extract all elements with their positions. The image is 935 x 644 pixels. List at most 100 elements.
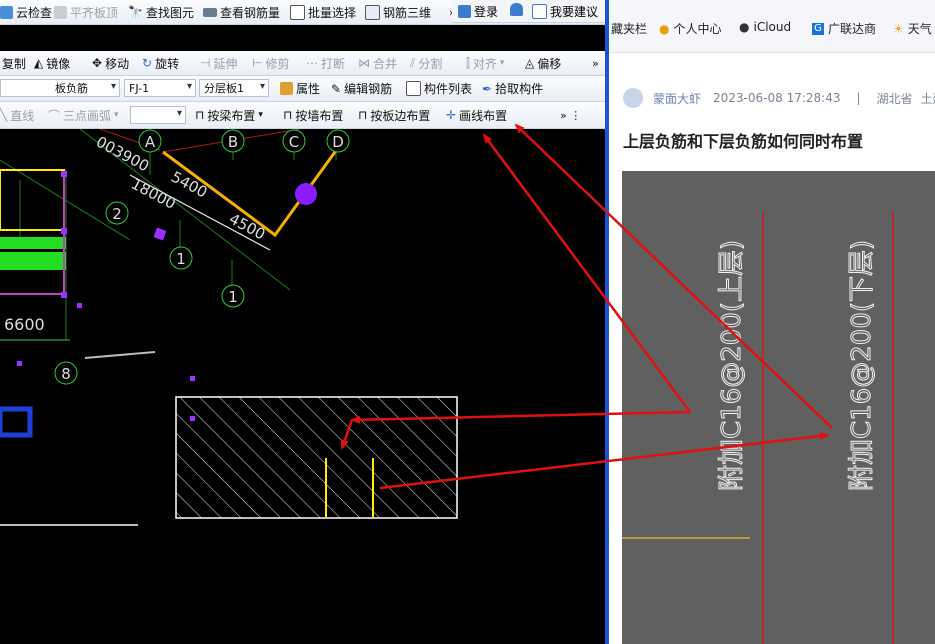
align-icon: ⫿ bbox=[466, 55, 470, 70]
chevron-down-icon: ▾ bbox=[499, 58, 505, 68]
by-line-button[interactable]: ✛ 画线布置 bbox=[446, 102, 507, 128]
view-rebar-button[interactable]: 查看钢筋量 bbox=[203, 0, 280, 24]
mirror-icon: ◭ bbox=[34, 56, 44, 70]
trim-icon: ⊢ bbox=[252, 56, 263, 70]
axis-label-2: 2 bbox=[112, 205, 122, 223]
properties-icon bbox=[280, 82, 293, 95]
axis-labels: A B C D 2 1 1 8 bbox=[61, 133, 344, 383]
beam-icon: ⊓ bbox=[195, 108, 205, 122]
axis-label-1b: 1 bbox=[228, 288, 238, 306]
properties-button[interactable]: 属性 bbox=[280, 76, 320, 101]
post-drawing-image: 附加C16@200(上层) 附加C16@200(下层) bbox=[622, 171, 935, 644]
binoculars-icon: 🔭 bbox=[128, 5, 143, 19]
login-button[interactable]: 登录 bbox=[458, 3, 498, 20]
hatched-slab-region[interactable] bbox=[175, 396, 458, 519]
edit-rebar-button[interactable]: ✎ 编辑钢筋 bbox=[331, 76, 392, 101]
component-type-select[interactable]: 板负筋 bbox=[0, 79, 120, 97]
arc-button[interactable]: ⌒ 三点画弧 ▾ bbox=[48, 102, 119, 128]
column-marker bbox=[61, 292, 67, 298]
axis-label-b: B bbox=[228, 133, 238, 151]
batch-select-button[interactable]: 批量选择 bbox=[290, 0, 356, 24]
axis-label-8: 8 bbox=[61, 365, 71, 383]
green-wall-band bbox=[0, 252, 66, 270]
chevron-down-icon: ▾ bbox=[114, 110, 119, 120]
account-bar: 登录 我要建议 bbox=[452, 0, 605, 23]
dimension-label-6600: 6600 bbox=[4, 315, 45, 334]
move-button[interactable]: ✥ 移动 bbox=[92, 51, 129, 75]
line-button[interactable]: ╲ 直线 bbox=[0, 102, 34, 128]
post-author[interactable]: 蒙面大虾 bbox=[653, 90, 701, 107]
align-slab-top-button[interactable]: 平齐板顶 bbox=[54, 0, 118, 24]
axis-grid-lines bbox=[0, 129, 337, 340]
meta-separator: | bbox=[856, 91, 861, 105]
component-list-button[interactable]: 构件列表 bbox=[406, 76, 472, 101]
bookmark-guanglianda[interactable]: G 广联达商 bbox=[812, 20, 876, 37]
break-button[interactable]: ⋯ 打断 bbox=[306, 51, 345, 75]
rebar-3d-button[interactable]: 钢筋三维 bbox=[365, 0, 431, 24]
by-beam-button[interactable]: ⊓ 按梁布置 ▾ bbox=[195, 102, 263, 128]
rotate-icon: ↻ bbox=[142, 56, 153, 70]
line-icon: ╲ bbox=[0, 108, 8, 122]
by-wall-button[interactable]: ⊓ 按墙布置 bbox=[283, 102, 343, 128]
move-icon: ✥ bbox=[92, 56, 103, 70]
slab-edge-icon: ⊓ bbox=[358, 108, 368, 122]
chevron-down-icon: ▾ bbox=[258, 110, 263, 120]
avatar[interactable] bbox=[623, 88, 643, 108]
rebar-3d-icon bbox=[365, 4, 380, 20]
upper-rebar-label: 附加C16@200(上层) bbox=[717, 240, 747, 491]
user-icon bbox=[458, 5, 471, 18]
copy-button[interactable]: 复制 bbox=[2, 51, 26, 75]
axis-label-d: D bbox=[332, 133, 344, 151]
post-category: 土建 bbox=[920, 91, 935, 106]
component-toolbar: 板负筋 FJ-1 分层板1 属性 ✎编辑钢筋 构件列表 ✒拾取构件 bbox=[0, 76, 605, 102]
find-element-button[interactable]: 🔭 查找图元 bbox=[128, 0, 194, 24]
eyedropper-icon: ✒ bbox=[482, 81, 493, 96]
apple-icon: ● bbox=[739, 20, 750, 34]
align-dropdown[interactable]: ⫿ 对齐 ▾ bbox=[466, 51, 504, 75]
cad-drawing-canvas[interactable]: 003900 18000 5400 4500 A B C D 2 1 1 8 6… bbox=[0, 129, 605, 644]
extend-button[interactable]: ⊣ 延伸 bbox=[200, 51, 237, 75]
cloud-check-button[interactable]: 云检查 bbox=[0, 0, 52, 24]
bookmark-favorites[interactable]: 藏夹栏 bbox=[611, 20, 647, 37]
edit-toolbar: 复制 ◭ 镜像 ✥ 移动 ↻ 旋转 ⊣ 延伸 ⊢ 修剪 ⋯ 打断 ⋈ 合并 ⫽ 分割 ⫿ 对齐 ▾ … bbox=[0, 51, 605, 76]
column-marker bbox=[153, 227, 167, 241]
cad-application: 云检查 平齐板顶 🔭查找图元 查看钢筋量 批量选择 钢筋三维 » 二维▾ 俯视▾… bbox=[0, 0, 605, 644]
bookmark-icloud[interactable]: ● iCloud bbox=[739, 20, 791, 34]
post-meta: 蒙面大虾 2023-06-08 17:28:43 | 湖北省 土建 bbox=[623, 88, 935, 108]
component-name-select[interactable]: FJ-1 bbox=[124, 79, 196, 97]
mirror-button[interactable]: ◭ 镜像 bbox=[34, 51, 70, 75]
suggestion-button[interactable]: 我要建议 bbox=[532, 3, 598, 20]
lower-rebar-label: 附加C16@200(下层) bbox=[847, 240, 877, 491]
arc-option-select[interactable] bbox=[130, 106, 186, 124]
column-marker bbox=[61, 171, 67, 177]
align-icon bbox=[54, 5, 67, 19]
rebar-icon bbox=[203, 7, 217, 17]
offset-icon: ◬ bbox=[525, 56, 535, 70]
list-icon bbox=[406, 81, 421, 96]
wall-icon: ⊓ bbox=[283, 108, 293, 122]
layer-select[interactable]: 分层板1 bbox=[199, 79, 269, 97]
bell-icon[interactable] bbox=[510, 3, 523, 19]
weather-icon: ☀ bbox=[893, 21, 904, 36]
merge-button[interactable]: ⋈ 合并 bbox=[358, 51, 397, 75]
by-slab-edge-button[interactable]: ⊓ 按板边布置 bbox=[358, 102, 430, 128]
rotate-button[interactable]: ↻ 旋转 bbox=[142, 51, 179, 75]
location-pin-icon: ● bbox=[659, 21, 670, 36]
bookmark-personal-center[interactable]: ● 个人中心 bbox=[659, 20, 722, 37]
pencil-icon: ✎ bbox=[331, 81, 342, 96]
toolbar-overflow-icon[interactable]: » bbox=[592, 51, 599, 75]
axis-label-c: C bbox=[289, 133, 299, 151]
trim-button[interactable]: ⊢ 修剪 bbox=[252, 51, 289, 75]
guanglianda-logo-icon: G bbox=[812, 22, 824, 35]
reference-line bbox=[84, 351, 156, 359]
axis-label-1a: 1 bbox=[176, 250, 186, 268]
split-button[interactable]: ⫽ 分割 bbox=[410, 51, 442, 75]
bookmark-weather[interactable]: ☀ 天气 bbox=[893, 20, 932, 37]
wall-outline bbox=[0, 169, 65, 231]
axis-label-a: A bbox=[145, 133, 156, 151]
toolbar-overflow-icon[interactable]: » ⋮ bbox=[560, 102, 581, 128]
extend-icon: ⊣ bbox=[200, 56, 211, 70]
pick-component-button[interactable]: ✒ 拾取构件 bbox=[482, 76, 543, 101]
column-marker bbox=[77, 303, 82, 308]
offset-button[interactable]: ◬ 偏移 bbox=[525, 51, 561, 75]
